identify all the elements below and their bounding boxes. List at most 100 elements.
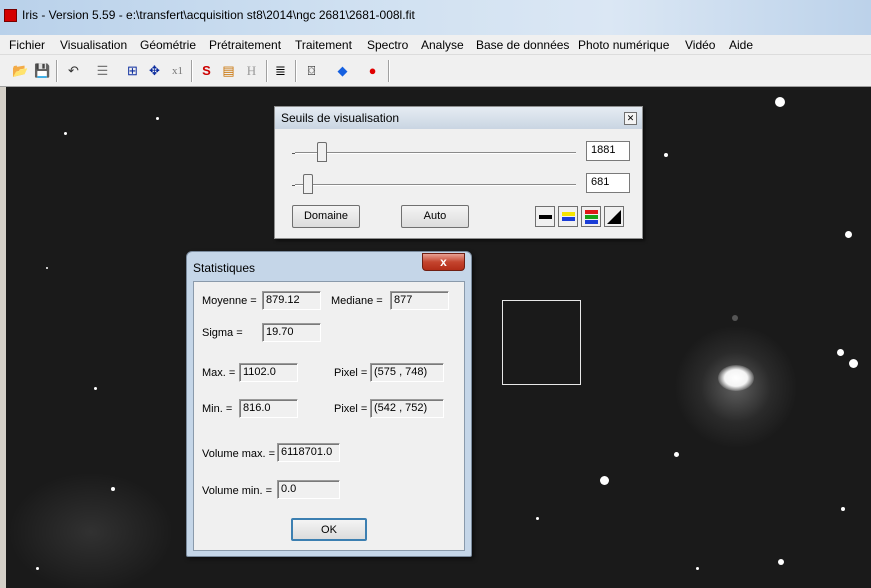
red-bar-icon (584, 209, 598, 214)
pixel-min-label: Pixel = (334, 403, 368, 415)
zoom-fit-icon[interactable]: ⊞ (123, 61, 142, 80)
domaine-button[interactable]: Domaine (292, 205, 360, 228)
menu-analyse[interactable]: Analyse (421, 38, 464, 52)
mediane-label: Mediane = (331, 295, 383, 307)
star (536, 517, 539, 520)
star (46, 267, 48, 269)
title-bar: Iris - Version 5.59 - e:\transfert\acqui… (0, 0, 871, 35)
tool-s-icon[interactable]: S (197, 61, 216, 80)
pixel-max-value: (575 , 748) (370, 363, 444, 382)
palette-rgb-button[interactable] (581, 206, 601, 227)
star (775, 97, 785, 107)
palette-yellow-blue-button[interactable] (558, 206, 578, 227)
app-icon (4, 9, 17, 22)
zoom-x1-icon[interactable]: x1 (168, 61, 187, 80)
undo-icon[interactable]: ↶ (64, 61, 83, 80)
volume-min-value: 0.0 (277, 480, 340, 499)
palette-icon[interactable]: ▤ (219, 61, 238, 80)
corner-glow (6, 467, 181, 588)
pixel-min-value: (542 , 752) (370, 399, 444, 418)
header-icon[interactable]: H (242, 61, 261, 80)
blue-bar-icon (584, 219, 598, 224)
menu-traitement[interactable]: Traitement (295, 38, 352, 52)
star (600, 476, 609, 485)
low-threshold-thumb[interactable] (303, 174, 314, 194)
statistiques-body: Moyenne = 879.12 Mediane = 877 Sigma = 1… (193, 281, 465, 551)
seuils-close-button[interactable]: ✕ (624, 112, 637, 125)
toolbar-separator (191, 60, 193, 82)
menu-video[interactable]: Vidéo (685, 38, 715, 52)
statistiques-dialog: Statistiques x Moyenne = 879.12 Mediane … (186, 251, 472, 557)
high-threshold-input[interactable]: 1881 (586, 141, 630, 161)
toolbar: 📂 💾 ↶ ☰ ⊞ ✥ x1 S ▤ H ≣ ⌼ ◆ ● (0, 55, 871, 87)
menu-visualisation[interactable]: Visualisation (60, 38, 127, 52)
sigma-value: 19.70 (262, 323, 321, 342)
toolbar-separator (266, 60, 268, 82)
menu-base-de-donnees[interactable]: Base de données (476, 38, 569, 52)
star (778, 559, 784, 565)
toolbar-separator (388, 60, 390, 82)
toolbar-separator (295, 60, 297, 82)
star-tool-icon[interactable]: ◆ (333, 61, 352, 80)
star (111, 487, 115, 491)
star (156, 117, 159, 120)
menu-photo-numerique[interactable]: Photo numérique (578, 38, 669, 52)
star (674, 452, 679, 457)
menu-geometrie[interactable]: Géométrie (140, 38, 196, 52)
min-value: 816.0 (239, 399, 298, 418)
list-icon[interactable]: ≣ (271, 61, 290, 80)
black-bar-icon (538, 214, 552, 219)
open-icon[interactable]: 📂 (11, 61, 30, 80)
volume-max-label: Volume max. = (202, 448, 276, 460)
star (732, 315, 738, 321)
high-threshold-thumb[interactable] (317, 142, 328, 162)
yellow-bar-icon (561, 212, 575, 216)
slider-track (295, 184, 576, 186)
mediane-value: 877 (390, 291, 449, 310)
max-value: 1102.0 (239, 363, 298, 382)
seuils-title-bar[interactable]: Seuils de visualisation ✕ (275, 107, 642, 129)
star (696, 567, 699, 570)
camera-icon[interactable]: ⌼ (302, 61, 321, 80)
star (841, 507, 845, 511)
close-icon: ✕ (626, 113, 635, 123)
volume-min-label: Volume min. = (202, 485, 273, 497)
pixel-max-label: Pixel = (334, 367, 368, 379)
palette-gradient-button[interactable] (604, 206, 624, 227)
menu-fichier[interactable]: Fichier (9, 38, 45, 52)
max-label: Max. = (202, 367, 236, 379)
star (845, 231, 852, 238)
star (849, 359, 858, 368)
gradient-ramp-icon (607, 209, 621, 224)
star (64, 132, 67, 135)
green-bar-icon (584, 214, 598, 219)
auto-button[interactable]: Auto (401, 205, 469, 228)
statistiques-title[interactable]: Statistiques (193, 261, 255, 275)
star (664, 153, 668, 157)
move-icon[interactable]: ✥ (145, 61, 164, 80)
statistiques-close-button[interactable]: x (422, 253, 465, 271)
seuils-title: Seuils de visualisation (281, 111, 400, 125)
menu-spectro[interactable]: Spectro (367, 38, 408, 52)
moyenne-label: Moyenne = (202, 295, 257, 307)
selection-rectangle[interactable] (502, 300, 581, 385)
seuils-dialog: Seuils de visualisation ✕ 1881 681 Domai… (274, 106, 643, 239)
blue-bar-icon (561, 217, 575, 221)
palette-black-button[interactable] (535, 206, 555, 227)
menu-aide[interactable]: Aide (729, 38, 753, 52)
star (36, 567, 39, 570)
threshold-icon[interactable]: ☰ (93, 61, 112, 80)
low-threshold-input[interactable]: 681 (586, 173, 630, 193)
toolbar-separator (56, 60, 58, 82)
moyenne-value: 879.12 (262, 291, 321, 310)
star (837, 349, 844, 356)
sigma-label: Sigma = (202, 327, 243, 339)
save-icon[interactable]: 💾 (33, 61, 52, 80)
close-icon: x (440, 255, 447, 269)
window-title: Iris - Version 5.59 - e:\transfert\acqui… (22, 8, 415, 22)
menu-pretraitement[interactable]: Prétraitement (209, 38, 281, 52)
menu-bar: Fichier Visualisation Géométrie Prétrait… (0, 35, 871, 55)
record-icon[interactable]: ● (363, 61, 382, 80)
ok-button[interactable]: OK (291, 518, 367, 541)
slider-track (295, 152, 576, 154)
